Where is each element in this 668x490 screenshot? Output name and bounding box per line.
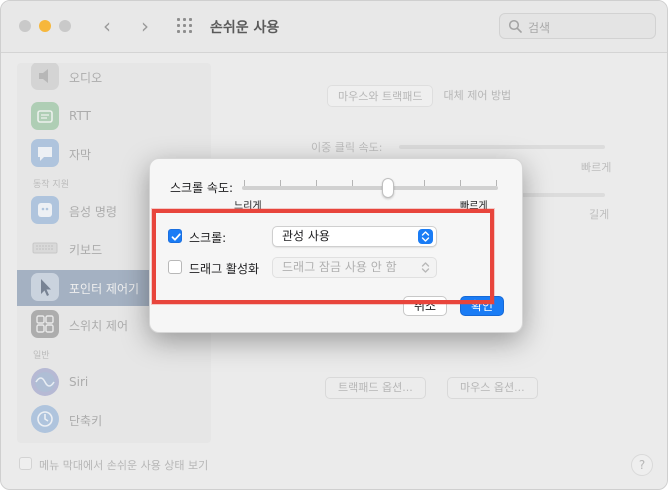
slider-tick	[496, 180, 497, 186]
titlebar: ‹ › 손쉬운 사용 검색	[1, 1, 667, 53]
window-title: 손쉬운 사용	[210, 20, 280, 36]
scroll-speed-slider-thumb[interactable]	[381, 178, 394, 198]
slider-tick	[316, 180, 317, 186]
forward-arrow-icon[interactable]: ›	[135, 15, 155, 37]
search-placeholder: 검색	[528, 21, 551, 35]
search-field[interactable]: 검색	[499, 13, 656, 39]
back-arrow-icon[interactable]: ‹	[97, 15, 117, 37]
scroll-speed-label: 스크롤 속도:	[170, 181, 234, 195]
slider-tick	[244, 180, 245, 186]
zoom-window-button[interactable]	[59, 20, 71, 32]
slider-tick	[424, 180, 425, 186]
slider-tick	[280, 180, 281, 186]
slider-tick	[460, 180, 461, 186]
minimize-window-button[interactable]	[39, 20, 51, 32]
scroll-speed-slider[interactable]	[242, 186, 498, 190]
annotation-highlight-box	[152, 209, 494, 304]
system-preferences-window: ‹ › 손쉬운 사용 검색 오디오 RTT 자막 동작 지원 음성 명령 키보드…	[0, 0, 668, 490]
show-all-grid-icon[interactable]	[177, 18, 195, 34]
slider-tick	[352, 180, 353, 186]
search-icon	[508, 19, 522, 33]
close-window-button[interactable]	[19, 20, 31, 32]
